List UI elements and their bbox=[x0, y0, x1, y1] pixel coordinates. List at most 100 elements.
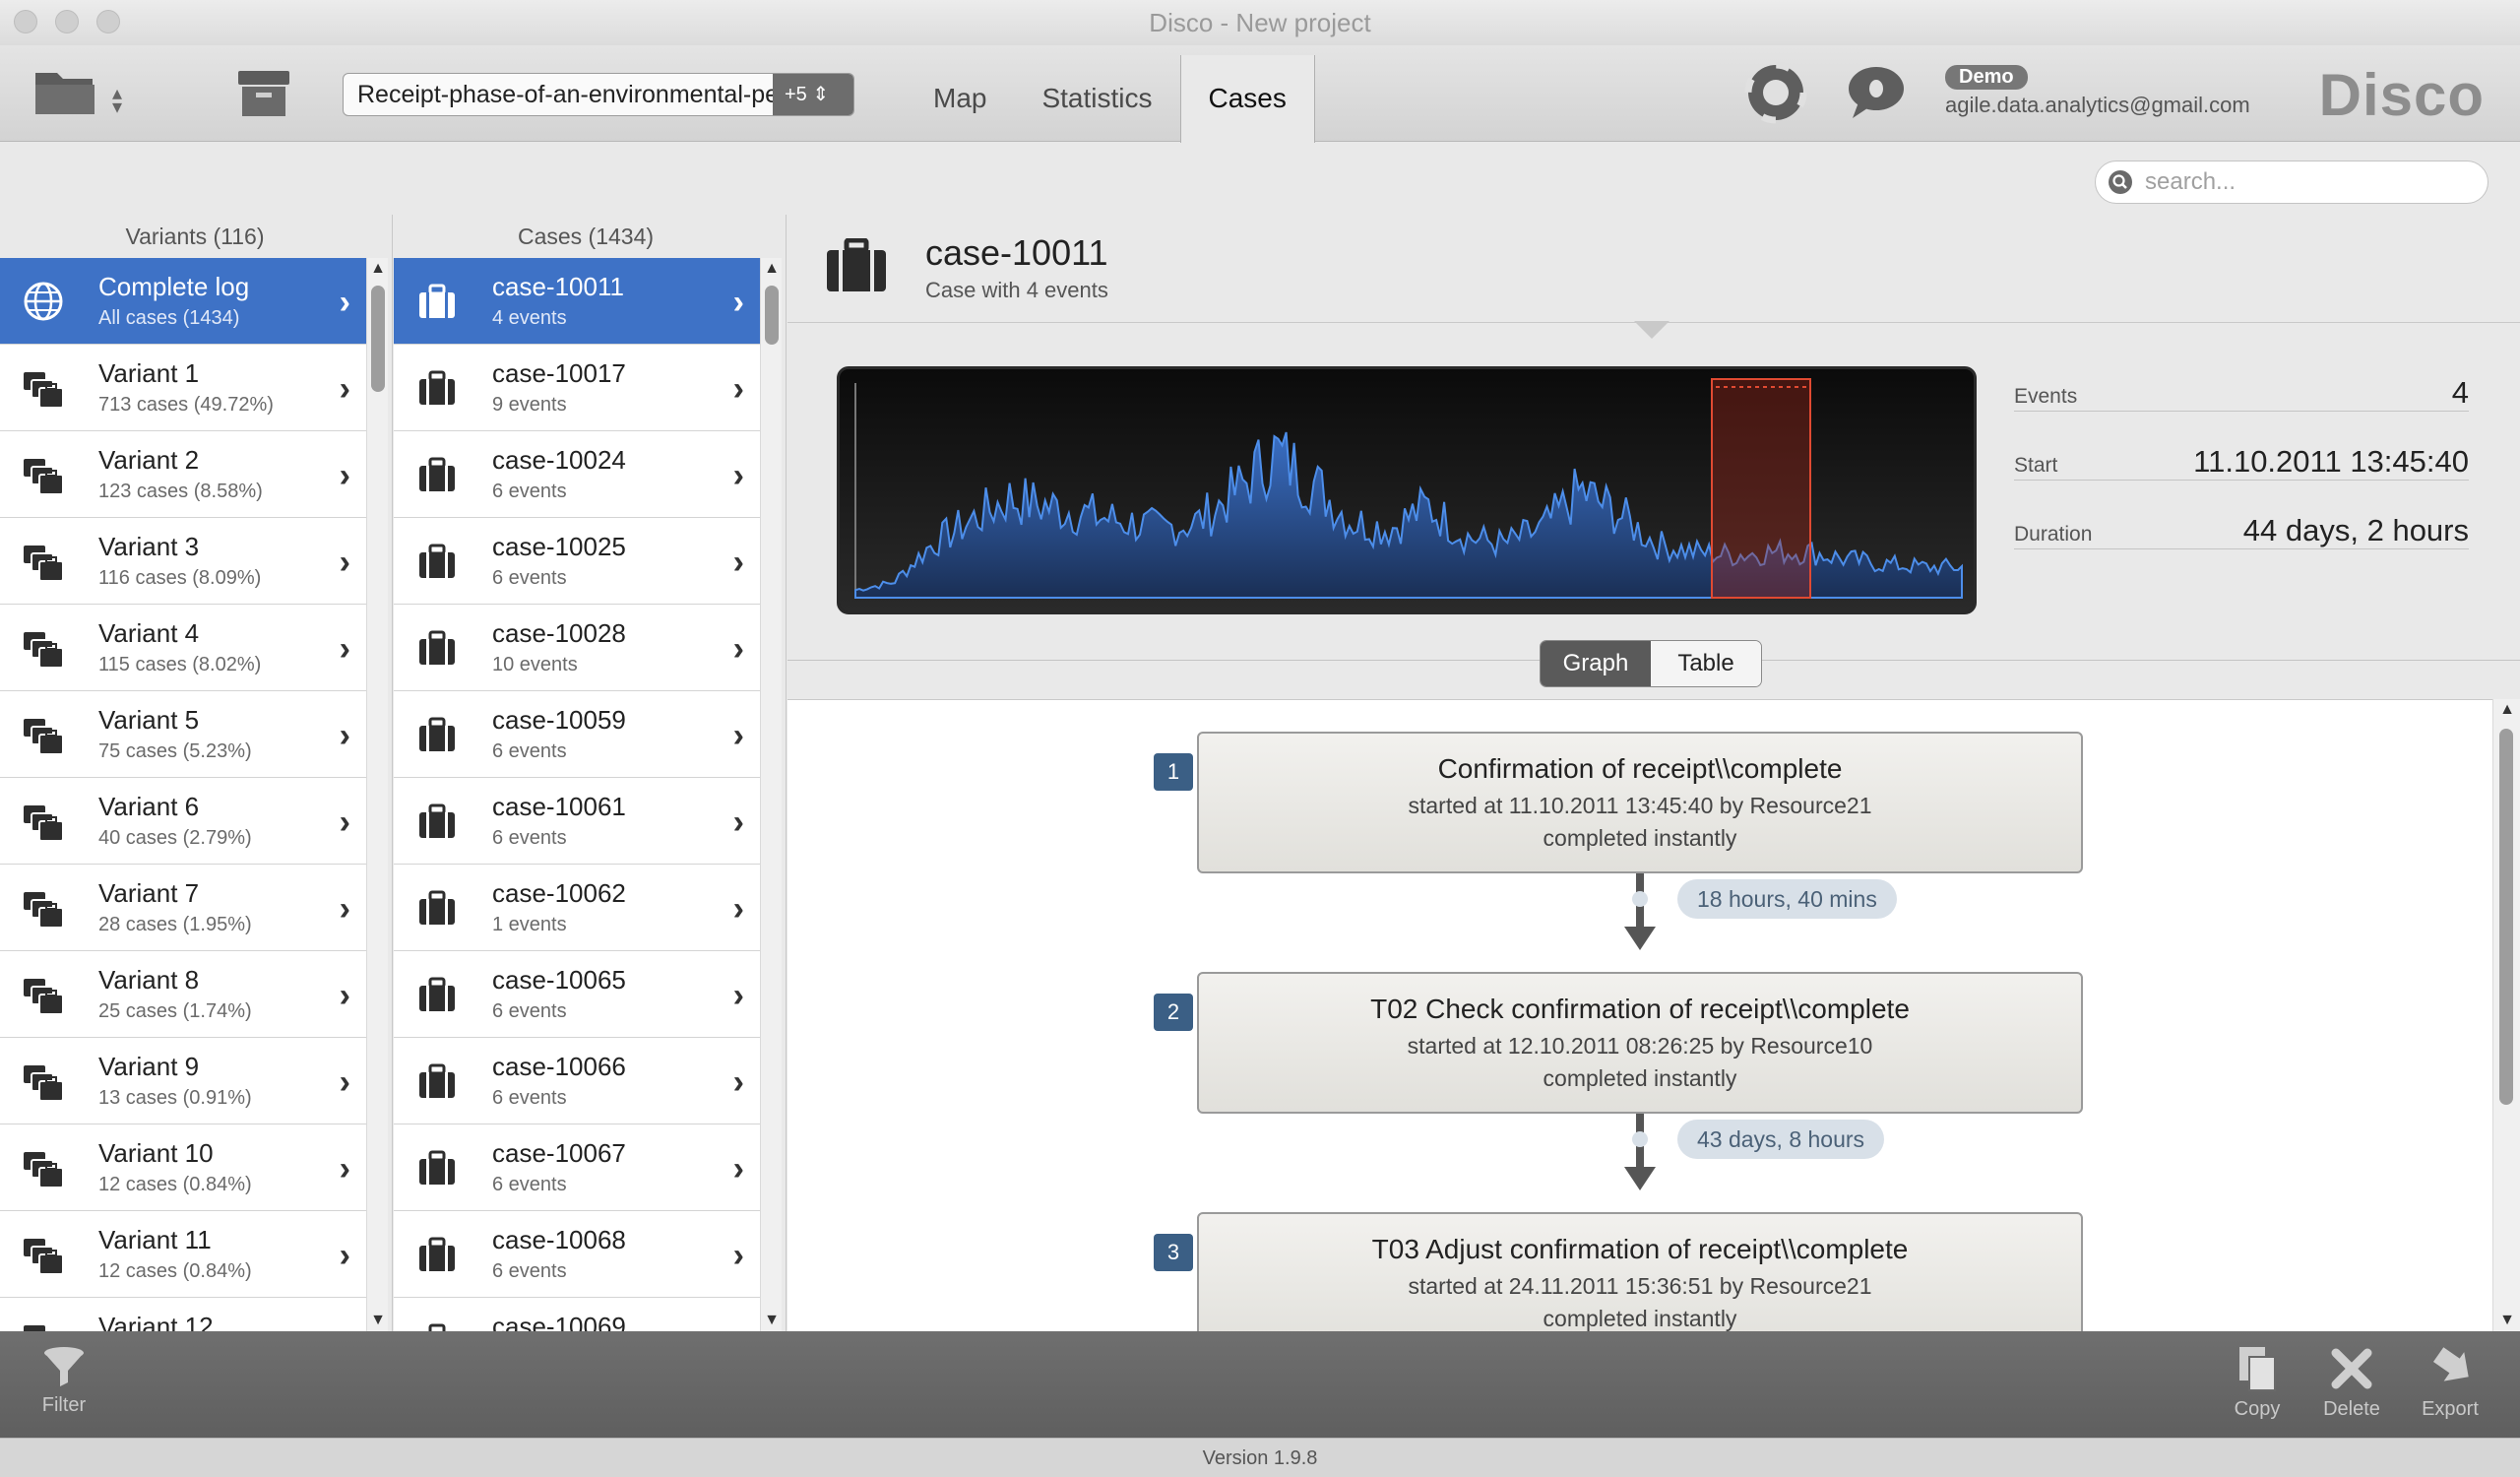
briefcase-stack-icon bbox=[24, 1065, 64, 1102]
minimize-window-button[interactable] bbox=[55, 10, 79, 33]
chevron-right-icon: › bbox=[732, 370, 744, 408]
lifebuoy-help-icon[interactable] bbox=[1744, 61, 1807, 124]
variant-list-item[interactable]: Variant 8 25 cases (1.74%) › bbox=[0, 951, 366, 1038]
chevron-right-icon: › bbox=[732, 284, 744, 321]
cases-list: case-10011 4 events › case-10017 9 events › ca… bbox=[394, 258, 760, 1331]
variant-list-item[interactable]: Variant 11 12 cases (0.84%) › bbox=[0, 1211, 366, 1298]
scroll-down-arrow-icon[interactable]: ▼ bbox=[761, 1312, 783, 1329]
scroll-down-arrow-icon[interactable]: ▼ bbox=[2493, 1312, 2520, 1329]
delete-button[interactable]: Delete bbox=[2307, 1345, 2396, 1421]
export-button[interactable]: Export bbox=[2406, 1345, 2494, 1421]
scroll-up-arrow-icon[interactable]: ▲ bbox=[761, 260, 783, 278]
chevron-right-icon: › bbox=[732, 717, 744, 754]
case-list-item[interactable]: case-10066 6 events › bbox=[394, 1038, 760, 1124]
row-title: case-10024 bbox=[492, 445, 626, 475]
filter-funnel-icon bbox=[44, 1347, 84, 1386]
variants-scrollbar[interactable]: ▲ ▼ bbox=[366, 258, 388, 1331]
connector-dot bbox=[1632, 1131, 1648, 1147]
chevron-right-icon: › bbox=[732, 890, 744, 928]
scroll-down-arrow-icon[interactable]: ▼ bbox=[367, 1312, 389, 1329]
event-node[interactable]: Confirmation of receipt\\complete starte… bbox=[1197, 732, 2083, 873]
row-title: Variant 3 bbox=[98, 532, 200, 561]
chevron-right-icon: › bbox=[339, 1063, 350, 1101]
event-completed: completed instantly bbox=[1543, 825, 1737, 851]
briefcase-icon bbox=[419, 457, 455, 491]
case-list-item[interactable]: case-10024 6 events › bbox=[394, 431, 760, 518]
scroll-thumb[interactable] bbox=[371, 286, 385, 392]
variant-list-item[interactable]: Variant 6 40 cases (2.79%) › bbox=[0, 778, 366, 865]
tab-cases[interactable]: Cases bbox=[1179, 55, 1315, 143]
chevron-right-icon: › bbox=[732, 803, 744, 841]
variant-list-item[interactable]: Variant 12 › bbox=[0, 1298, 366, 1331]
archive-icon[interactable] bbox=[236, 67, 291, 118]
dataset-select[interactable]: Receipt-phase-of-an-environmental-pe +5 … bbox=[343, 73, 854, 116]
cases-header: Cases (1434) bbox=[517, 224, 655, 249]
chevron-right-icon: › bbox=[339, 457, 350, 494]
variant-list-item[interactable]: Variant 2 123 cases (8.58%) › bbox=[0, 431, 366, 518]
row-subtitle: 123 cases (8.58%) bbox=[98, 481, 263, 502]
event-completed: completed instantly bbox=[1543, 1065, 1737, 1091]
case-timeline-chart[interactable] bbox=[837, 366, 1977, 614]
case-list-item[interactable]: case-10028 10 events › bbox=[394, 605, 760, 691]
case-list-item[interactable]: case-10011 4 events › bbox=[394, 258, 760, 345]
project-stepper-icon[interactable]: ▴ ▾ bbox=[112, 84, 122, 117]
variant-list-item[interactable]: Variant 3 116 cases (8.09%) › bbox=[0, 518, 366, 605]
briefcase-icon bbox=[419, 1150, 455, 1185]
search-input[interactable]: search... bbox=[2095, 161, 2488, 204]
chevron-right-icon: › bbox=[339, 1237, 350, 1274]
close-window-button[interactable] bbox=[14, 10, 37, 33]
event-title: Confirmation of receipt\\complete bbox=[1437, 753, 1843, 784]
briefcase-stack-icon bbox=[24, 719, 64, 755]
version-label: Version 1.9.8 bbox=[1202, 1447, 1318, 1469]
column-divider bbox=[786, 215, 787, 1331]
cases-scrollbar[interactable]: ▲ ▼ bbox=[760, 258, 782, 1331]
event-started: started at 24.11.2011 15:36:51 by Resour… bbox=[1408, 1273, 1872, 1299]
case-list-item[interactable]: case-10068 6 events › bbox=[394, 1211, 760, 1298]
case-list-item[interactable]: case-10025 6 events › bbox=[394, 518, 760, 605]
scroll-thumb[interactable] bbox=[2499, 729, 2513, 1105]
variant-list-item[interactable]: Complete log All cases (1434) › bbox=[0, 258, 366, 345]
event-node[interactable]: T02 Check confirmation of receipt\\compl… bbox=[1197, 972, 2083, 1114]
scroll-thumb[interactable] bbox=[765, 286, 779, 345]
dataset-more-badge[interactable]: +5 ⇕ bbox=[773, 74, 853, 115]
copy-button[interactable]: Copy bbox=[2213, 1345, 2301, 1421]
zoom-window-button[interactable] bbox=[96, 10, 120, 33]
case-list-item[interactable]: case-10059 6 events › bbox=[394, 691, 760, 778]
variant-list-item[interactable]: Variant 7 28 cases (1.95%) › bbox=[0, 865, 366, 951]
briefcase-icon bbox=[419, 284, 455, 318]
row-title: Variant 12 bbox=[98, 1312, 214, 1331]
variant-list-item[interactable]: Variant 1 713 cases (49.72%) › bbox=[0, 345, 366, 431]
briefcase-stack-icon bbox=[24, 546, 64, 582]
chevron-right-icon: › bbox=[733, 1323, 744, 1331]
case-range-highlight[interactable] bbox=[1711, 378, 1811, 599]
event-node[interactable]: T03 Adjust confirmation of receipt\\comp… bbox=[1197, 1212, 2083, 1331]
table-view-button[interactable]: Table bbox=[1651, 641, 1761, 686]
case-list-item[interactable]: case-10061 6 events › bbox=[394, 778, 760, 865]
open-folder-icon[interactable] bbox=[33, 65, 96, 116]
case-list-item[interactable]: case-10069 › bbox=[394, 1298, 760, 1331]
graph-scrollbar[interactable]: ▲ ▼ bbox=[2492, 699, 2520, 1331]
variant-list-item[interactable]: Variant 10 12 cases (0.84%) › bbox=[0, 1124, 366, 1211]
scroll-up-arrow-icon[interactable]: ▲ bbox=[2493, 701, 2520, 719]
briefcase-icon bbox=[419, 717, 455, 751]
briefcase-icon bbox=[827, 238, 886, 291]
feedback-bug-icon[interactable] bbox=[1845, 63, 1908, 122]
filter-button[interactable]: Filter bbox=[20, 1345, 108, 1417]
copy-label: Copy bbox=[2234, 1398, 2281, 1420]
variant-list-item[interactable]: Variant 5 75 cases (5.23%) › bbox=[0, 691, 366, 778]
case-list-item[interactable]: case-10017 9 events › bbox=[394, 345, 760, 431]
scroll-up-arrow-icon[interactable]: ▲ bbox=[367, 260, 389, 278]
graph-view-button[interactable]: Graph bbox=[1541, 641, 1651, 686]
timeline-svg bbox=[840, 369, 1974, 611]
case-list-item[interactable]: case-10062 1 events › bbox=[394, 865, 760, 951]
stat-duration: Duration 44 days, 2 hours bbox=[2014, 508, 2469, 549]
case-list-item[interactable]: case-10065 6 events › bbox=[394, 951, 760, 1038]
row-title: case-10062 bbox=[492, 878, 626, 908]
variant-list-item[interactable]: Variant 9 13 cases (0.91%) › bbox=[0, 1038, 366, 1124]
dataset-name: Receipt-phase-of-an-environmental-pe bbox=[357, 81, 780, 108]
tab-map[interactable]: Map bbox=[906, 55, 1014, 142]
case-list-item[interactable]: case-10067 6 events › bbox=[394, 1124, 760, 1211]
variant-list-item[interactable]: Variant 4 115 cases (8.02%) › bbox=[0, 605, 366, 691]
briefcase-stack-icon bbox=[24, 459, 64, 495]
tab-statistics[interactable]: Statistics bbox=[1014, 55, 1179, 142]
